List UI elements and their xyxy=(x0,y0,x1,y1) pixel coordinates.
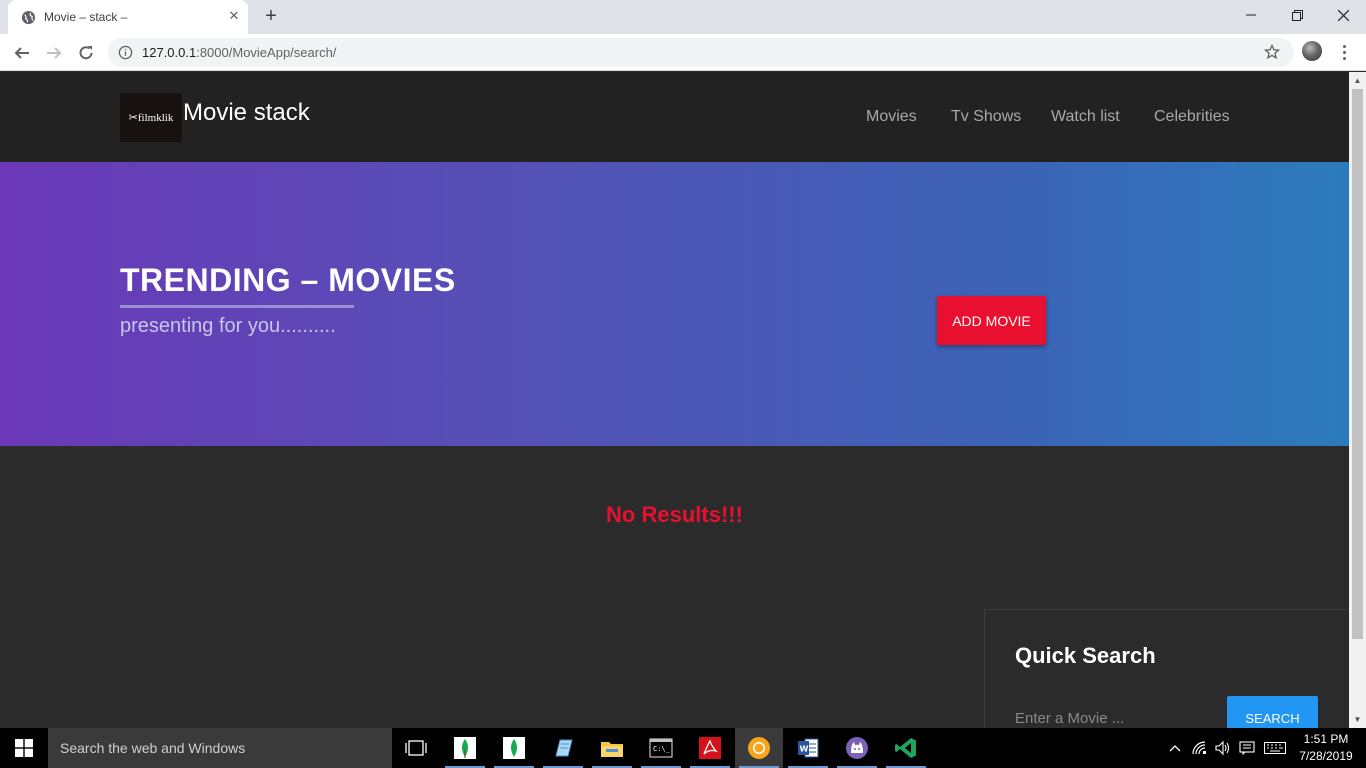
scroll-up-arrow-icon[interactable]: ▲ xyxy=(1349,72,1366,89)
volume-icon[interactable] xyxy=(1212,728,1234,768)
forward-arrow-icon[interactable] xyxy=(42,41,66,65)
acrobat-reader-icon[interactable] xyxy=(686,728,734,768)
url-host: 127.0.0.1 xyxy=(142,45,197,60)
nav-link-tv-shows[interactable]: Tv Shows xyxy=(951,108,1021,126)
search-button[interactable]: SEARCH xyxy=(1227,696,1318,728)
hero-banner: TRENDING – MOVIES presenting for you....… xyxy=(0,162,1349,446)
clock-time: 1:51 PM xyxy=(1303,732,1349,746)
nav-link-movies[interactable]: Movies xyxy=(866,108,917,126)
tab-title: Movie – stack – xyxy=(44,10,128,24)
url-text: 127.0.0.1:8000/MovieApp/search/ xyxy=(142,45,336,60)
mongodb-icon[interactable] xyxy=(441,728,489,768)
svg-text:W: W xyxy=(800,745,809,754)
nav-link-celebrities[interactable]: Celebrities xyxy=(1154,108,1230,126)
close-tab-icon[interactable]: ✕ xyxy=(226,8,242,24)
info-icon[interactable] xyxy=(118,45,133,60)
logo-text: ✂filmklik xyxy=(128,112,174,124)
taskbar-clock[interactable]: 1:51 PM 7/28/2019 xyxy=(1294,731,1358,765)
browser-menu-icon[interactable] xyxy=(1336,41,1352,63)
quick-search-card: Quick Search SEARCH xyxy=(984,609,1349,728)
action-center-icon[interactable] xyxy=(1236,728,1258,768)
keyboard-icon[interactable] xyxy=(1262,728,1288,768)
new-tab-icon[interactable]: + xyxy=(260,5,282,27)
page-scrollbar[interactable]: ▲ ▼ xyxy=(1349,72,1366,728)
visual-studio-code-icon[interactable] xyxy=(882,728,930,768)
network-icon[interactable] xyxy=(1188,728,1212,768)
url-path: :8000/MovieApp/search/ xyxy=(196,45,337,60)
mongodb-compass-icon[interactable] xyxy=(490,728,538,768)
word-icon[interactable]: W xyxy=(784,728,832,768)
scrollbar-thumb[interactable] xyxy=(1352,89,1363,639)
svg-text:C:\_: C:\_ xyxy=(653,745,671,753)
site-navbar: ✂filmklik Movie stack Movies Tv Shows Wa… xyxy=(0,72,1349,162)
taskbar-search-placeholder: Search the web and Windows xyxy=(60,740,246,756)
command-prompt-icon[interactable]: C:\_ xyxy=(637,728,685,768)
notepad-icon[interactable] xyxy=(539,728,587,768)
chrome-icon[interactable] xyxy=(735,728,783,768)
globe-icon xyxy=(21,10,36,25)
browser-tabstrip: Movie – stack – ✕ + xyxy=(0,0,1366,34)
taskbar-search-box[interactable]: Search the web and Windows xyxy=(48,728,392,768)
browser-toolbar: 127.0.0.1:8000/MovieApp/search/ xyxy=(0,34,1366,71)
task-view-icon[interactable] xyxy=(392,728,440,768)
github-desktop-icon[interactable] xyxy=(833,728,881,768)
clock-date: 7/28/2019 xyxy=(1299,749,1353,763)
quick-search-title: Quick Search xyxy=(1015,643,1156,668)
close-window-icon[interactable] xyxy=(1320,0,1366,30)
show-hidden-icons-chevron-icon[interactable] xyxy=(1164,728,1186,768)
back-arrow-icon[interactable] xyxy=(10,41,34,65)
hero-title-underline xyxy=(120,305,354,308)
no-results-message: No Results!!! xyxy=(606,502,743,527)
page-viewport: ✂filmklik Movie stack Movies Tv Shows Wa… xyxy=(0,72,1349,728)
windows-taskbar: Search the web and Windows C:\_ W 1:51 P… xyxy=(0,728,1366,768)
scroll-down-arrow-icon[interactable]: ▼ xyxy=(1349,711,1366,728)
nav-link-watch-list[interactable]: Watch list xyxy=(1051,108,1120,126)
site-logo[interactable]: ✂filmklik xyxy=(120,93,182,142)
address-bar[interactable]: 127.0.0.1:8000/MovieApp/search/ xyxy=(108,38,1294,67)
hero-title: TRENDING – MOVIES xyxy=(120,262,456,298)
profile-avatar[interactable] xyxy=(1302,41,1322,61)
minimize-icon[interactable] xyxy=(1228,0,1274,30)
reload-icon[interactable] xyxy=(74,41,98,65)
hero-subtitle: presenting for you.......... xyxy=(120,315,336,337)
file-explorer-icon[interactable] xyxy=(588,728,636,768)
add-movie-button[interactable]: ADD MOVIE xyxy=(937,296,1046,345)
restore-icon[interactable] xyxy=(1274,0,1320,30)
windows-start-icon[interactable] xyxy=(0,728,48,768)
bookmark-star-icon[interactable] xyxy=(1264,44,1280,60)
browser-tab[interactable]: Movie – stack – ✕ xyxy=(8,0,248,34)
movie-search-input[interactable] xyxy=(1015,706,1205,728)
brand-name[interactable]: Movie stack xyxy=(183,99,310,127)
